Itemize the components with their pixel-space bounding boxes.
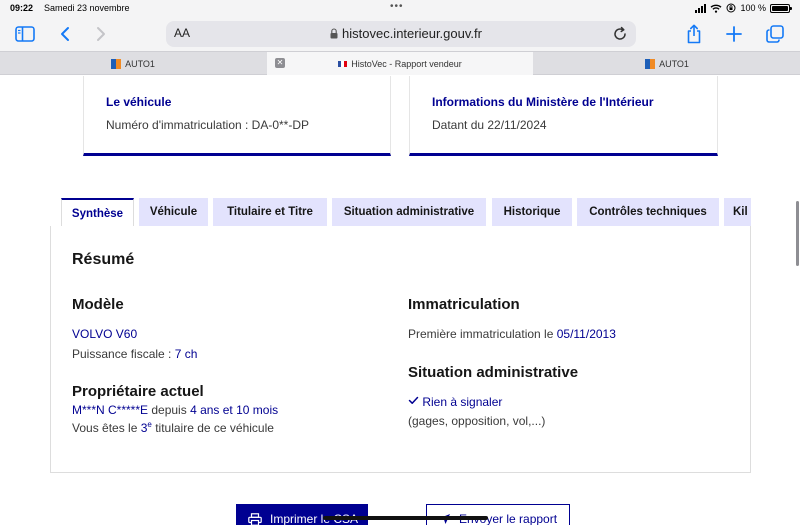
scroll-indicator[interactable] — [796, 201, 799, 266]
battery-icon — [770, 3, 792, 13]
url-text[interactable]: histovec.interieur.gouv.fr — [342, 26, 482, 41]
owner-heading: Propriétaire actuel — [72, 383, 204, 400]
admin-detail: (gages, opposition, vol,...) — [408, 414, 546, 428]
owner-since-value: 4 ans et 10 mois — [190, 403, 279, 417]
lock-icon — [330, 28, 338, 39]
browser-tab-bar: AUTO1 ✕ HistoVec - Rapport vendeur AUTO1 — [0, 51, 800, 75]
tab-controles-techniques[interactable]: Contrôles techniques — [577, 198, 719, 226]
wifi-icon — [711, 4, 722, 13]
model-heading: Modèle — [72, 296, 124, 313]
print-csa-button[interactable]: Imprimer le CSA — [236, 504, 368, 525]
card-title: Informations du Ministère de l'Intérieur — [432, 95, 654, 109]
ministry-card: Informations du Ministère de l'Intérieur… — [409, 76, 718, 156]
owner-rank-prefix: Vous êtes le — [72, 421, 141, 435]
browser-tab-auto1-right[interactable]: AUTO1 — [534, 52, 800, 75]
browser-toolbar: AA histovec.interieur.gouv.fr — [0, 18, 800, 51]
status-bar: 09:22 Samedi 23 novembre ••• 100 % — [0, 0, 800, 18]
tab-titulaire-et-titre[interactable]: Titulaire et Titre — [213, 198, 327, 226]
admin-status: Rien à signaler — [408, 395, 502, 409]
fiscal-power-value: 7 ch — [174, 347, 198, 361]
first-registration-date: 05/11/2013 — [556, 327, 616, 341]
browser-tab-auto1-left[interactable]: AUTO1 — [0, 52, 266, 75]
card-value: Datant du 22/11/2024 — [432, 118, 547, 132]
back-icon[interactable] — [52, 22, 78, 46]
close-icon[interactable]: ✕ — [275, 58, 285, 68]
orientation-lock-icon — [726, 3, 736, 13]
browser-tab-label: HistoVec - Rapport vendeur — [351, 58, 462, 69]
browser-tab-label: AUTO1 — [659, 58, 689, 69]
vehicle-card: Le véhicule Numéro d'immatriculation : D… — [83, 76, 391, 156]
owner-since-label: depuis — [148, 403, 191, 417]
home-indicator[interactable] — [323, 516, 488, 520]
reload-icon[interactable] — [612, 26, 628, 42]
forward-icon[interactable] — [88, 22, 114, 46]
auto1-favicon — [111, 58, 122, 69]
model-name: VOLVO V60 — [72, 327, 137, 341]
status-date: Samedi 23 novembre — [44, 3, 130, 13]
card-title: Le véhicule — [106, 95, 172, 109]
tab-kilometrage[interactable]: Kil — [724, 198, 751, 226]
text-size-button[interactable]: AA — [174, 26, 190, 40]
send-report-button[interactable]: Envoyer le rapport — [426, 504, 570, 525]
status-indicators: 100 % — [695, 3, 792, 13]
battery-percent: 100 % — [740, 3, 766, 13]
sidebar-icon[interactable] — [12, 22, 38, 46]
admin-heading: Situation administrative — [408, 364, 579, 381]
multitasking-dots[interactable]: ••• — [390, 1, 404, 12]
owner-rank: Vous êtes le 3e titulaire de ce véhicule — [72, 420, 274, 435]
tab-situation-administrative[interactable]: Situation administrative — [332, 198, 486, 226]
summary-heading: Résumé — [72, 251, 135, 268]
cellular-signal-icon — [695, 3, 707, 13]
model-name-value: VOLVO V60 — [72, 327, 138, 341]
address-bar[interactable]: AA histovec.interieur.gouv.fr — [166, 21, 636, 47]
owner-name: M***N C*****E — [72, 403, 149, 417]
tab-vehicule[interactable]: Véhicule — [139, 198, 208, 226]
checkmark-icon — [408, 396, 419, 404]
registration-heading: Immatriculation — [408, 296, 520, 313]
tabs-overview-icon[interactable] — [762, 22, 788, 46]
first-registration: Première immatriculation le 05/11/2013 — [408, 327, 616, 341]
admin-status-value: Rien à signaler — [422, 395, 503, 409]
share-icon[interactable] — [681, 22, 707, 46]
auto1-favicon — [645, 58, 656, 69]
status-time: 09:22 — [10, 3, 34, 13]
new-tab-icon[interactable] — [721, 22, 747, 46]
page-content: Le véhicule Numéro d'immatriculation : D… — [0, 76, 800, 525]
fiscal-power-label: Puissance fiscale : — [72, 347, 175, 361]
french-flag-icon — [338, 60, 348, 67]
tab-historique[interactable]: Historique — [492, 198, 572, 226]
browser-tab-histovec[interactable]: ✕ HistoVec - Rapport vendeur — [267, 52, 533, 75]
tab-synthese[interactable]: Synthèse — [61, 198, 134, 227]
browser-tab-label: AUTO1 — [125, 58, 155, 69]
card-value: Numéro d'immatriculation : DA-0**-DP — [106, 118, 310, 132]
fiscal-power: Puissance fiscale : 7 ch — [72, 347, 197, 361]
first-registration-label: Première immatriculation le — [408, 327, 557, 341]
printer-icon — [248, 512, 262, 525]
owner-rank-rest: titulaire de ce véhicule — [151, 421, 274, 435]
owner-line: M***N C*****E depuis 4 ans et 10 mois — [72, 403, 278, 417]
